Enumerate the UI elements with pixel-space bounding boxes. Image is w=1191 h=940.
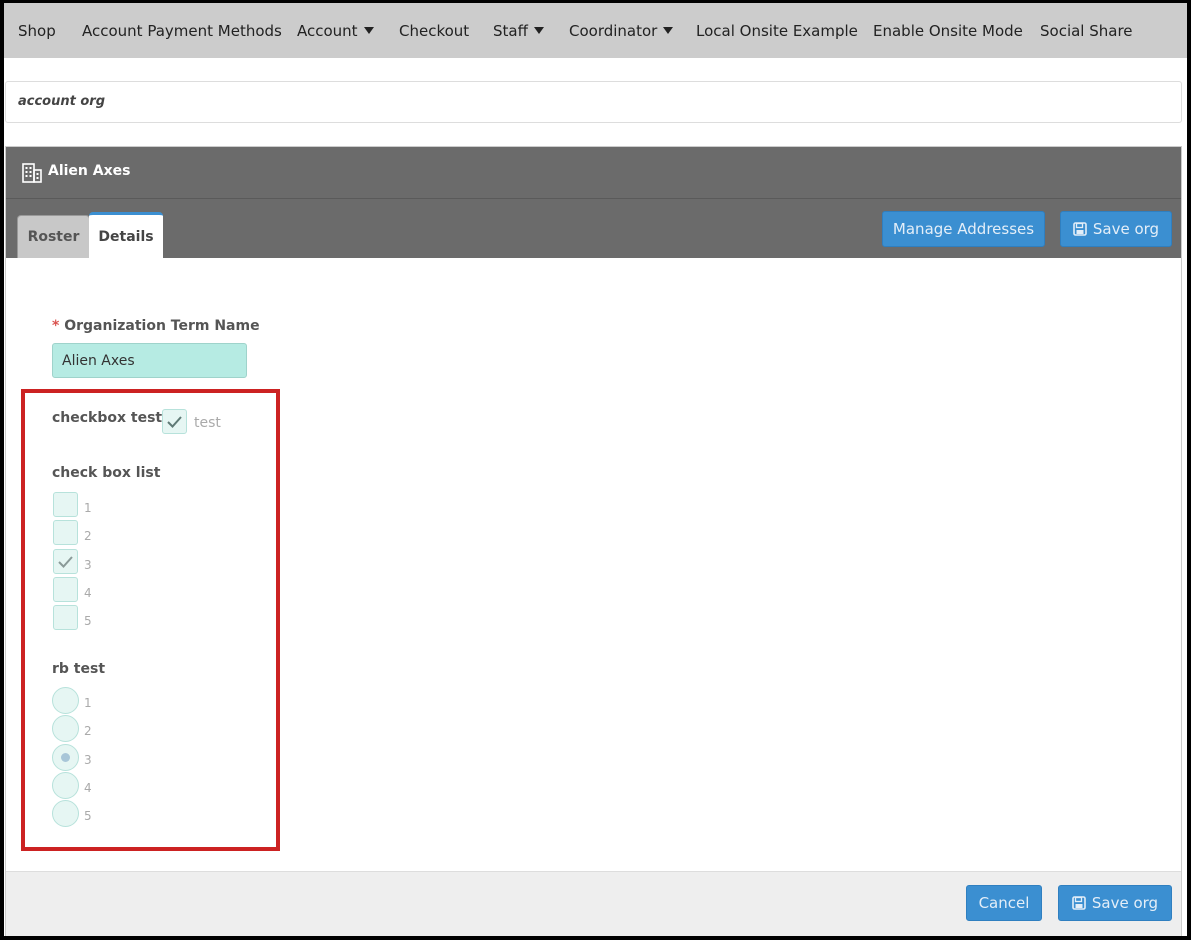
save-org-button-bottom[interactable]: Save org [1058,885,1172,921]
radio-dot [61,753,70,762]
checkmark-icon [167,416,182,428]
account-org-label: account org [18,94,106,109]
nav-shop[interactable]: Shop [18,21,56,41]
nav-label: Checkout [399,22,470,40]
check-box-list-option-1[interactable] [53,492,78,517]
rb-test-option-4[interactable] [52,772,79,799]
rb-test-option-3[interactable] [52,744,79,771]
nav-coordinator[interactable]: Coordinator [569,21,674,41]
option-label: 4 [84,586,92,600]
button-label: Save org [1092,220,1160,238]
nav-label: Staff [493,22,528,40]
nav-label: Social Share [1040,22,1133,40]
button-label: Save org [1091,894,1159,912]
save-icon [1072,896,1086,910]
nav-account-payment-methods[interactable]: Account Payment Methods [82,21,282,41]
nav-label: Local Onsite Example [696,22,858,40]
panel-footer: Cancel Save org [6,871,1181,936]
tab-roster[interactable]: Roster [17,215,90,258]
app-frame: Shop Account Payment Methods Account Che… [4,3,1187,936]
option-label: 3 [84,558,92,572]
nav-label: Account [297,22,358,40]
option-label: 4 [84,781,92,795]
option-label: 5 [84,809,92,823]
nav-enable-onsite-mode[interactable]: Enable Onsite Mode [873,21,1023,41]
rb-test-option-5[interactable] [52,800,79,827]
checkmark-icon [58,556,73,568]
nav-checkout[interactable]: Checkout [399,21,469,41]
nav-label: Account Payment Methods [82,22,282,40]
panel-header: Alien Axes [6,147,1181,199]
rb-test-option-2[interactable] [52,715,79,742]
nav-label: Shop [18,22,56,40]
button-label: Manage Addresses [892,220,1035,238]
caret-down-icon [663,27,674,34]
caret-down-icon [363,27,374,34]
rb-test-option-1[interactable] [52,687,79,714]
panel-title: Alien Axes [48,163,131,179]
button-label: Cancel [978,894,1030,912]
tab-label: Roster [27,229,80,245]
details-form: * Organization Term Name checkbox test t… [6,259,1181,871]
nav-label: Enable Onsite Mode [873,22,1023,40]
nav-staff[interactable]: Staff [493,21,544,41]
check-box-list-label: check box list [52,465,161,481]
check-box-list-option-5[interactable] [53,605,78,630]
option-label: 1 [84,501,92,515]
label-text: Organization Term Name [64,318,260,334]
tab-label: Details [98,228,154,245]
save-org-button-top[interactable]: Save org [1060,211,1172,247]
option-label: 5 [84,614,92,628]
org-panel: Alien Axes Roster Details Manage Address… [5,146,1182,936]
nav-account[interactable]: Account [297,21,374,41]
nav-social-share[interactable]: Social Share [1040,21,1133,41]
option-label: 1 [84,696,92,710]
check-box-list-option-3[interactable] [53,549,78,574]
option-label: 2 [84,724,92,738]
save-icon [1073,222,1087,236]
building-icon [22,163,42,183]
required-marker: * [52,318,60,334]
caret-down-icon [533,27,544,34]
option-label: 2 [84,529,92,543]
checkbox-test-option-label: test [194,415,221,431]
check-box-list-option-4[interactable] [53,577,78,602]
cancel-button[interactable]: Cancel [966,885,1042,921]
tab-details[interactable]: Details [89,212,163,258]
top-navigation: Shop Account Payment Methods Account Che… [4,3,1187,58]
nav-local-onsite-example[interactable]: Local Onsite Example [696,21,858,41]
option-label: 3 [84,753,92,767]
manage-addresses-button[interactable]: Manage Addresses [882,211,1045,247]
checkbox-test-label: checkbox test [52,410,163,426]
checkbox-test-checkbox[interactable] [162,409,187,434]
check-box-list-option-2[interactable] [53,520,78,545]
account-org-bar: account org [5,81,1182,123]
tab-bar: Roster Details Manage Addresses Save org [6,199,1181,258]
nav-label: Coordinator [569,22,658,40]
org-term-name-input[interactable] [52,343,247,378]
org-term-name-label: * Organization Term Name [52,318,260,334]
rb-test-label: rb test [52,661,106,677]
